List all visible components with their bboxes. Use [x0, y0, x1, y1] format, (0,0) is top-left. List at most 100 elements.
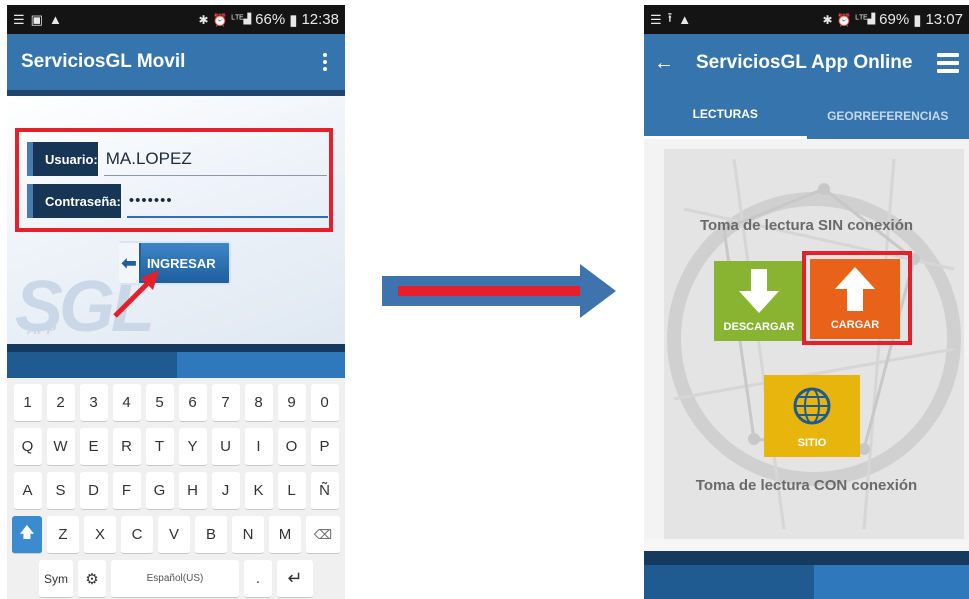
key[interactable]: A [13, 472, 42, 510]
bluetooth-icon: ✱ [198, 12, 209, 27]
tab-georreferencias[interactable]: GEORREFERENCIAS [807, 92, 969, 139]
key[interactable]: N [232, 516, 264, 554]
app-title: ServiciosGL Movil [21, 51, 186, 72]
lte-signal-icon: ᴸᵀᴱ▟ [231, 14, 252, 25]
warning-notification-icon: ▲ [678, 12, 692, 27]
sitio-label: SITIO [797, 437, 827, 449]
lecturas-panel: Toma de lectura SIN conexión DESCARGAR C… [644, 139, 969, 539]
download-arrow-icon [739, 261, 779, 321]
key[interactable]: V [158, 516, 190, 554]
key[interactable]: 6 [178, 384, 207, 422]
key[interactable]: H [178, 472, 207, 510]
main-menu-screen: ☰ ⭱ ▲ ✱ ⏰ ᴸᵀᴱ▟ 69% ▮ 13:07 ← ServiciosGL… [644, 5, 969, 599]
key[interactable]: P [310, 428, 339, 466]
battery-icon: ▮ [289, 11, 298, 29]
username-label: Usuario: [27, 142, 98, 176]
username-row: Usuario: [27, 140, 327, 178]
key[interactable]: 5 [145, 384, 174, 422]
login-screen: ☰ ▣ ▲ ✱ ⏰ ᴸᵀᴱ▟ 66% ▮ 12:38 ServiciosGL M… [7, 5, 345, 599]
keyboard-row-numbers: 1 2 3 4 5 6 7 8 9 0 [11, 384, 341, 422]
battery-percent: 69% [879, 11, 910, 28]
key[interactable]: 2 [46, 384, 75, 422]
password-label: Contraseña: [27, 184, 121, 218]
key[interactable]: L [277, 472, 306, 510]
backspace-key-icon[interactable]: ⌫ [306, 516, 340, 554]
key[interactable]: 0 [310, 384, 339, 422]
keyboard-row-bottom-letters: 🡅 Z X C V B N M ⌫ [11, 516, 341, 554]
clock: 13:07 [925, 11, 963, 28]
key[interactable]: B [195, 516, 227, 554]
tab-bar: LECTURAS GEORREFERENCIAS [644, 92, 969, 139]
key[interactable]: Ñ [310, 472, 339, 510]
status-bar: ☰ ⭱ ▲ ✱ ⏰ ᴸᵀᴱ▟ 69% ▮ 13:07 [644, 5, 969, 34]
key[interactable]: I [244, 428, 273, 466]
footer-band-dark [7, 352, 177, 378]
footer-band-light [814, 565, 969, 599]
key[interactable]: U [211, 428, 240, 466]
sym-key[interactable]: Sym [39, 560, 73, 598]
key[interactable]: 8 [244, 384, 273, 422]
tab-lecturas[interactable]: LECTURAS [644, 92, 807, 139]
key[interactable]: M [269, 516, 301, 554]
settings-key-icon[interactable]: ⚙ [78, 560, 106, 598]
key[interactable]: Y [178, 428, 207, 466]
key[interactable]: Z [47, 516, 79, 554]
key[interactable]: C [121, 516, 153, 554]
alarm-icon: ⏰ [836, 12, 852, 27]
footer-band-dark [644, 565, 814, 599]
key[interactable]: E [79, 428, 108, 466]
key[interactable]: D [79, 472, 108, 510]
hamburger-menu-icon[interactable] [937, 53, 959, 73]
key[interactable]: 9 [277, 384, 306, 422]
credentials-highlight-frame: Usuario: Contraseña: [15, 128, 333, 232]
pointer-arrow-icon [113, 270, 159, 318]
footer-bands [7, 344, 345, 378]
footer-band-light [177, 352, 345, 378]
clock: 12:38 [301, 11, 339, 28]
key[interactable]: F [112, 472, 141, 510]
online-reading-label: Toma de lectura CON conexión [695, 477, 918, 494]
username-input[interactable] [103, 142, 327, 176]
menu-notification-icon: ☰ [650, 11, 662, 27]
alarm-icon: ⏰ [212, 12, 228, 27]
key[interactable]: S [46, 472, 75, 510]
keyboard-row-home: A S D F G H J K L Ñ [11, 472, 341, 510]
period-key[interactable]: . [244, 560, 272, 598]
sitio-button[interactable]: SITIO [764, 375, 860, 457]
menu-notification-icon: ☰ [13, 11, 25, 27]
key[interactable]: O [277, 428, 306, 466]
key[interactable]: 4 [112, 384, 141, 422]
key[interactable]: 7 [211, 384, 240, 422]
space-key[interactable]: Español(US) [111, 560, 239, 598]
lte-signal-icon: ᴸᵀᴱ▟ [855, 14, 876, 25]
key[interactable]: R [112, 428, 141, 466]
login-area: SGL APP Usuario: Contraseña: ⬅ INGRESAR [7, 96, 345, 344]
key[interactable]: W [46, 428, 75, 466]
back-arrow-icon[interactable]: ← [654, 52, 674, 75]
key[interactable]: X [84, 516, 116, 554]
status-bar: ☰ ▣ ▲ ✱ ⏰ ᴸᵀᴱ▟ 66% ▮ 12:38 [7, 5, 345, 34]
overflow-menu-icon[interactable] [319, 53, 331, 71]
password-input[interactable] [126, 184, 328, 218]
descargar-button[interactable]: DESCARGAR [714, 261, 804, 341]
image-notification-icon: ▣ [30, 11, 43, 27]
soft-keyboard: 1 2 3 4 5 6 7 8 9 0 Q W E R T Y U I O P … [7, 378, 345, 599]
cargar-highlight-frame [802, 251, 912, 345]
key[interactable]: T [145, 428, 174, 466]
footer-bands [644, 551, 969, 599]
warning-notification-icon: ▲ [48, 12, 62, 27]
offline-reading-label: Toma de lectura SIN conexión [699, 217, 914, 234]
key[interactable]: K [244, 472, 273, 510]
globe-icon [792, 375, 832, 437]
key[interactable]: J [211, 472, 240, 510]
key[interactable]: 3 [79, 384, 108, 422]
battery-icon: ▮ [913, 11, 922, 29]
key[interactable]: G [145, 472, 174, 510]
key[interactable]: Q [13, 428, 42, 466]
shift-key-icon[interactable]: 🡅 [12, 516, 42, 554]
password-row: Contraseña: [27, 182, 328, 220]
flow-arrow-icon [382, 264, 616, 318]
key[interactable]: 1 [13, 384, 42, 422]
descargar-label: DESCARGAR [723, 321, 795, 333]
enter-key-icon[interactable]: ↵ [277, 560, 313, 598]
